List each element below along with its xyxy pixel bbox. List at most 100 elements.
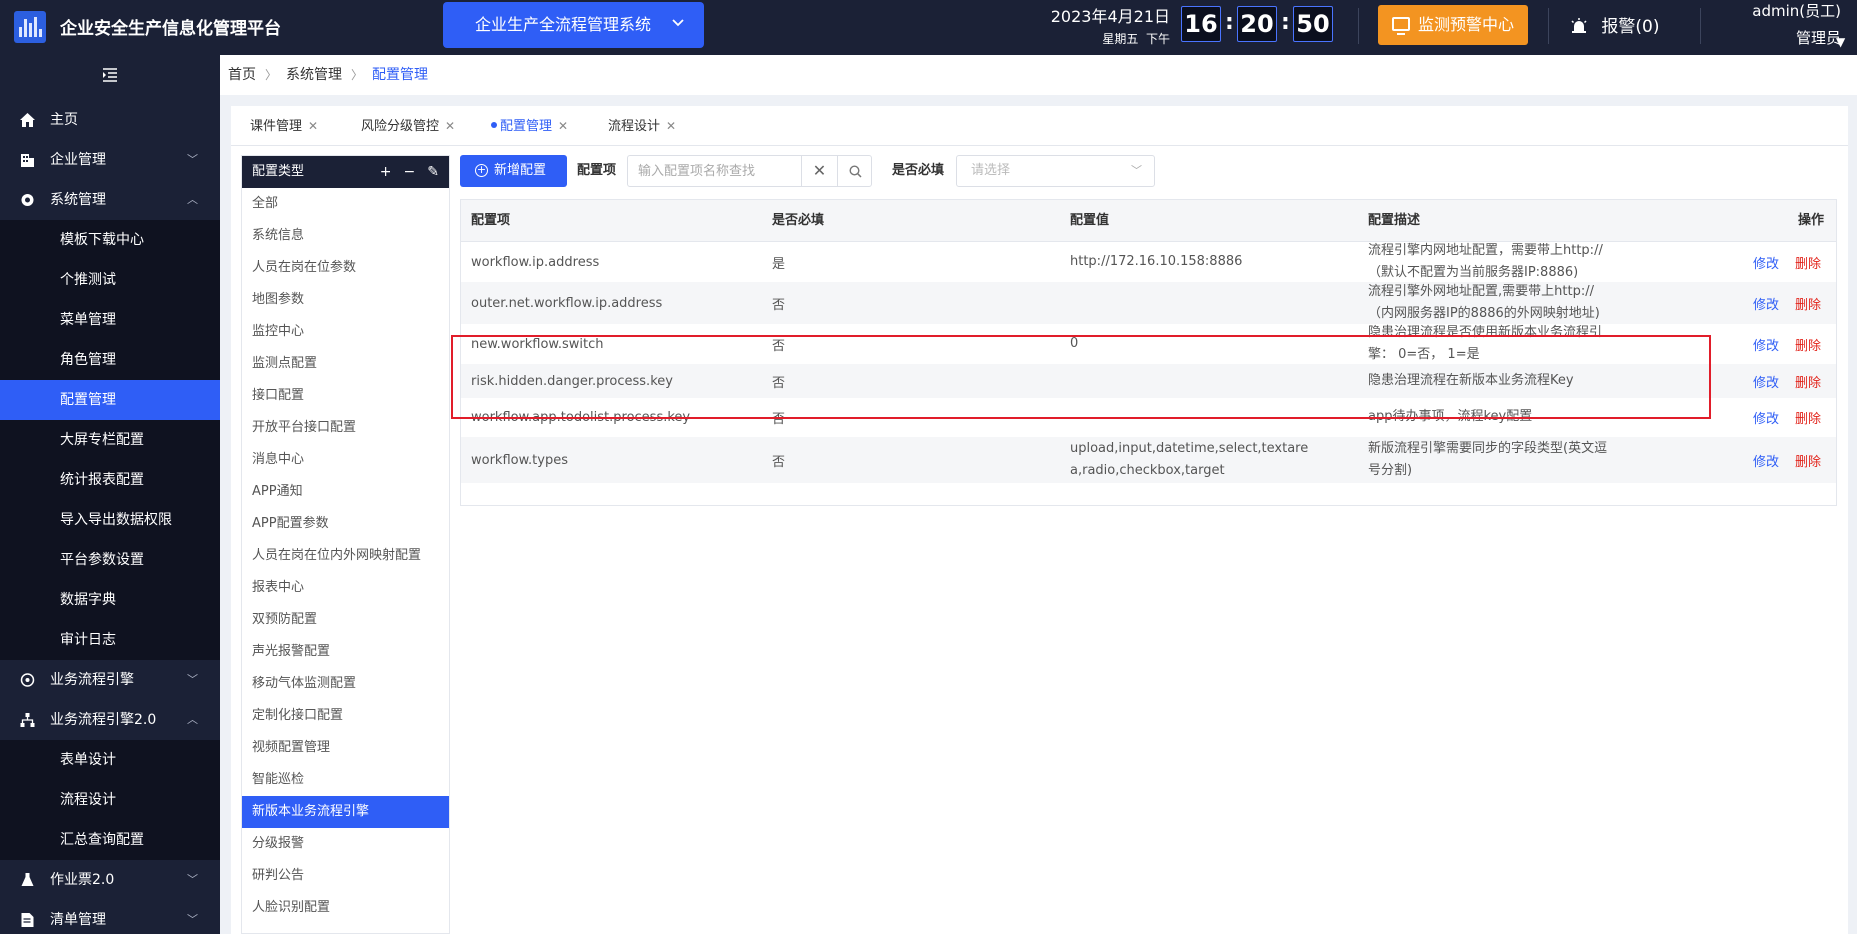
tab-config-management[interactable]: 配置管理 ✕ (491, 106, 568, 146)
config-type-item[interactable]: 人员在岗在位内外网映射配置 (242, 540, 449, 572)
tab-risk-control[interactable]: 风险分级管控 ✕ (361, 106, 455, 146)
home-icon (20, 113, 35, 127)
delete-link[interactable]: 删除 (1795, 294, 1821, 313)
delete-link[interactable]: 删除 (1795, 408, 1821, 427)
edit-link[interactable]: 修改 (1753, 335, 1779, 354)
config-type-item[interactable]: APP通知 (242, 476, 449, 508)
sidebar-item-workflow-engine[interactable]: 业务流程引擎 ﹀ (0, 660, 220, 700)
sidebar-item-checklist[interactable]: 清单管理 ﹀ (0, 900, 220, 934)
config-type-item[interactable]: 地图参数 (242, 284, 449, 316)
config-type-item[interactable]: 声光报警配置 (242, 636, 449, 668)
monitor-center-button[interactable]: 监测预警中心 (1378, 5, 1528, 45)
add-icon[interactable]: + (380, 164, 392, 180)
sidebar-item-menu-management[interactable]: 菜单管理 (0, 300, 220, 340)
sidebar-item-summary-query[interactable]: 汇总查询配置 (0, 820, 220, 860)
system-selector[interactable]: 企业生产全流程管理系统 (443, 2, 704, 48)
menu-toggle-button[interactable] (0, 55, 220, 100)
config-type-item[interactable]: 研判公告 (242, 860, 449, 892)
config-type-item[interactable]: 监控中心 (242, 316, 449, 348)
breadcrumb-home[interactable]: 首页 (228, 67, 256, 83)
row-actions: 修改 删除 (1753, 242, 1821, 282)
config-type-item[interactable]: 监测点配置 (242, 348, 449, 380)
sidebar-item-role-management[interactable]: 角色管理 (0, 340, 220, 380)
edit-link[interactable]: 修改 (1753, 253, 1779, 272)
edit-link[interactable]: 修改 (1753, 451, 1779, 470)
user-role: 管理员 (1795, 29, 1841, 47)
clear-icon[interactable]: ✕ (801, 156, 837, 186)
sidebar-item-template-download[interactable]: 模板下载中心 (0, 220, 220, 260)
sidebar-item-dictionary[interactable]: 数据字典 (0, 580, 220, 620)
sidebar-item-audit-log[interactable]: 审计日志 (0, 620, 220, 660)
close-icon[interactable]: ✕ (445, 119, 455, 133)
delete-link[interactable]: 删除 (1795, 451, 1821, 470)
breadcrumb-system[interactable]: 系统管理 (286, 67, 342, 83)
config-key-cell: workflow.types (471, 452, 568, 468)
search-input[interactable] (628, 156, 801, 186)
sidebar-item-platform-params[interactable]: 平台参数设置 (0, 540, 220, 580)
edit-link[interactable]: 修改 (1753, 408, 1779, 427)
config-type-item[interactable]: 人脸识别配置 (242, 892, 449, 924)
delete-link[interactable]: 删除 (1795, 372, 1821, 391)
config-type-item[interactable]: 视频配置管理 (242, 732, 449, 764)
search-button[interactable] (837, 156, 872, 186)
monitor-icon (1392, 17, 1410, 35)
edit-link[interactable]: 修改 (1753, 372, 1779, 391)
required-select[interactable]: 请选择 ﹀ (956, 155, 1155, 187)
sidebar-item-flow-design[interactable]: 流程设计 (0, 780, 220, 820)
sidebar-item-form-design[interactable]: 表单设计 (0, 740, 220, 780)
config-type-item[interactable]: 开放平台接口配置 (242, 412, 449, 444)
config-type-item[interactable]: 报表中心 (242, 572, 449, 604)
config-type-item[interactable]: APP配置参数 (242, 508, 449, 540)
sidebar-item-push-test[interactable]: 个推测试 (0, 260, 220, 300)
sidebar-item-system[interactable]: 系统管理 ︿ (0, 180, 220, 220)
sidebar-item-home[interactable]: 主页 (0, 100, 220, 140)
delete-link[interactable]: 删除 (1795, 335, 1821, 354)
required-filter-label: 是否必填 (892, 163, 945, 178)
close-icon[interactable]: ✕ (308, 119, 318, 133)
org-tree-icon (20, 713, 35, 727)
minus-icon[interactable]: − (404, 164, 416, 180)
config-type-item[interactable]: 全部 (242, 188, 449, 220)
config-type-item[interactable]: 人员在岗在位参数 (242, 252, 449, 284)
sidebar-item-label: 企业管理 (50, 152, 106, 168)
config-type-item[interactable]: 双预防配置 (242, 604, 449, 636)
sidebar-item-label: 平台参数设置 (60, 552, 144, 568)
config-key-cell: outer.net.workflow.ip.address (471, 295, 663, 311)
sidebar-item-config-management[interactable]: 配置管理 (0, 380, 220, 420)
config-type-item[interactable]: 消息中心 (242, 444, 449, 476)
sidebar-item-report-config[interactable]: 统计报表配置 (0, 460, 220, 500)
sidebar-item-screen-column[interactable]: 大屏专栏配置 (0, 420, 220, 460)
config-value-cell: http://172.16.10.158:8886 (1070, 253, 1243, 269)
sidebar-item-label: 系统管理 (50, 192, 106, 208)
sidebar-item-label: 业务流程引擎 (50, 672, 134, 688)
config-type-item[interactable]: 智能巡检 (242, 764, 449, 796)
document-icon (21, 913, 34, 927)
sidebar-item-import-export[interactable]: 导入导出数据权限 (0, 500, 220, 540)
add-config-button[interactable]: + 新增配置 (460, 155, 567, 187)
config-type-item[interactable]: 移动气体监测配置 (242, 668, 449, 700)
user-menu[interactable]: admin(员工) 管理员 ▼ (1716, 0, 1845, 49)
close-icon[interactable]: ✕ (666, 119, 676, 133)
table-row: workflow.ip.address 是 http://172.16.10.158… (461, 242, 1836, 282)
config-type-item[interactable]: 接口配置 (242, 380, 449, 412)
delete-link[interactable]: 删除 (1795, 253, 1821, 272)
tab-courseware[interactable]: 课件管理 ✕ (250, 106, 318, 146)
sidebar-item-work-ticket[interactable]: 作业票2.0 ﹀ (0, 860, 220, 900)
config-type-item[interactable]: 定制化接口配置 (242, 700, 449, 732)
sidebar-item-workflow-engine-2[interactable]: 业务流程引擎2.0 ︿ (0, 700, 220, 740)
close-icon[interactable]: ✕ (558, 119, 568, 133)
divider (1548, 8, 1549, 44)
config-type-item[interactable]: 新版本业务流程引擎 (242, 796, 449, 828)
divider (1700, 8, 1701, 44)
edit-icon[interactable]: ✎ (427, 164, 439, 180)
row-actions: 修改 删除 (1753, 437, 1821, 483)
config-type-item[interactable]: 系统信息 (242, 220, 449, 252)
sidebar-item-enterprise[interactable]: 企业管理 ﹀ (0, 140, 220, 180)
top-header: 企业安全生产信息化管理平台 企业生产全流程管理系统 2023年4月21日 星期五… (0, 0, 1857, 55)
config-type-item[interactable]: 分级报警 (242, 828, 449, 860)
alarm-button[interactable]: 报警(0) (1570, 12, 1660, 37)
plus-circle-icon: + (475, 163, 488, 177)
tab-flow-design[interactable]: 流程设计 ✕ (608, 106, 676, 146)
edit-link[interactable]: 修改 (1753, 294, 1779, 313)
chevron-down-icon: ﹀ (1131, 164, 1142, 177)
